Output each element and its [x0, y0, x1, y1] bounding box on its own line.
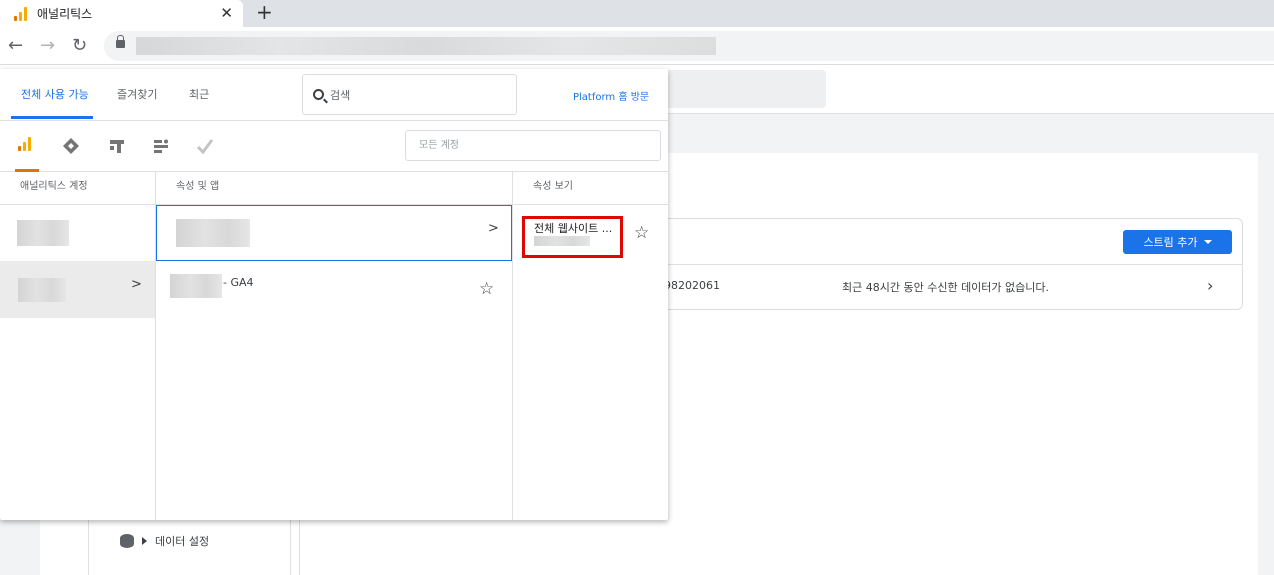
account-picker: 전체 사용 가능 즐겨찾기 최근 검색 Platform 홈 방문 모든 계정 …: [0, 69, 668, 520]
expand-triangle-icon: [142, 537, 147, 545]
data-settings-label: 데이터 설정: [155, 535, 210, 548]
tab-title: 애널리틱스: [37, 7, 93, 21]
lock-icon: [116, 35, 125, 48]
account-item-blurred[interactable]: [17, 220, 69, 246]
browser-tab-bar: 애널리틱스 ✕ +: [0, 0, 1274, 27]
add-stream-button[interactable]: 스트림 추가: [1123, 230, 1232, 254]
address-bar[interactable]: [104, 31, 1274, 61]
account-name-blurred: [18, 278, 66, 302]
close-tab-icon[interactable]: ✕: [220, 4, 233, 22]
property-ga4-label[interactable]: - GA4: [223, 276, 254, 289]
property-name-blurred: [170, 274, 222, 298]
database-icon: [120, 534, 134, 548]
favorite-star-icon[interactable]: ☆: [479, 279, 494, 299]
picker-tabs: 전체 사용 가능 즐겨찾기 최근 검색 Platform 홈 방문: [0, 69, 668, 121]
column-divider: [512, 172, 513, 520]
views-column-header: 속성 보기: [513, 172, 668, 205]
reload-icon[interactable]: ↻: [72, 35, 87, 56]
forward-icon[interactable]: →: [40, 35, 55, 56]
product-switcher: 모든 계정: [0, 121, 668, 172]
address-url-blurred: [136, 37, 716, 55]
properties-column-header: 속성 및 앱: [156, 172, 512, 205]
stream-divider: [640, 264, 1243, 265]
picker-search-input[interactable]: 검색: [302, 74, 517, 115]
surveys-icon[interactable]: [196, 137, 214, 155]
active-tab-underline: [11, 116, 93, 119]
data-studio-icon[interactable]: [152, 137, 170, 155]
chevron-right-icon: >: [131, 277, 142, 292]
tag-manager-icon[interactable]: [62, 137, 80, 155]
analytics-favicon-icon: [14, 6, 27, 21]
accounts-column-header: 애널리틱스 계정: [0, 172, 155, 205]
stream-status: 최근 48시간 동안 수신한 데이터가 없습니다.: [842, 281, 1050, 294]
caret-down-icon: [1203, 240, 1212, 244]
tab-all-available[interactable]: 전체 사용 가능: [21, 86, 89, 102]
highlight-box: [522, 216, 623, 258]
new-tab-button[interactable]: +: [256, 0, 273, 27]
tab-recent[interactable]: 최근: [189, 86, 209, 102]
search-icon: [313, 89, 324, 100]
platform-home-link[interactable]: Platform 홈 방문: [573, 88, 649, 103]
browser-toolbar: ← → ↻: [0, 27, 1274, 65]
account-filter-input[interactable]: 모든 계정: [405, 130, 661, 161]
search-placeholder: 검색: [330, 88, 351, 102]
tab-favorites[interactable]: 즐겨찾기: [117, 86, 157, 102]
analytics-icon[interactable]: [18, 137, 31, 151]
optimize-icon[interactable]: [108, 137, 126, 155]
back-icon[interactable]: ←: [8, 35, 23, 56]
property-name-blurred: [176, 219, 250, 247]
chevron-right-icon: >: [488, 221, 499, 236]
add-stream-label: 스트림 추가: [1143, 236, 1198, 249]
favorite-star-icon[interactable]: ☆: [634, 223, 649, 243]
stream-chevron-right-icon[interactable]: ›: [1207, 276, 1213, 295]
data-settings-item[interactable]: 데이터 설정: [120, 533, 209, 549]
stream-id: 98202061: [664, 279, 720, 292]
browser-tab-analytics[interactable]: 애널리틱스 ✕: [0, 0, 243, 27]
